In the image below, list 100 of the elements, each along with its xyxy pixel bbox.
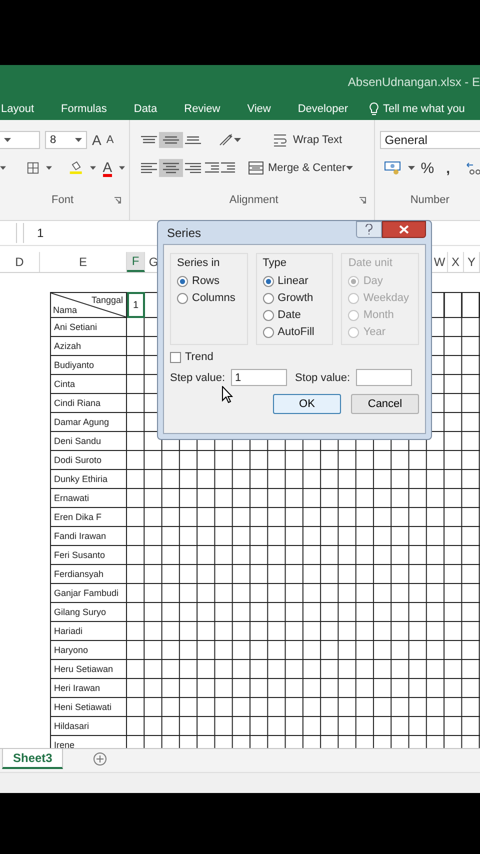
ribbon-tab[interactable]: Formulas [61, 103, 117, 115]
caret-icon[interactable] [119, 166, 126, 170]
wrap-text-button[interactable]: Wrap Text [273, 133, 342, 147]
name-cell: Cindi Riana [50, 394, 127, 413]
radio-button[interactable] [262, 326, 274, 338]
day-cells[interactable] [127, 584, 480, 603]
help-button[interactable] [356, 221, 382, 238]
dialog-launcher-icon[interactable] [358, 196, 366, 204]
orientation-icon[interactable] [218, 133, 234, 147]
radio-button[interactable] [262, 276, 274, 286]
increase-indent-icon[interactable] [220, 161, 236, 175]
name-cell: Azizah [50, 337, 127, 356]
shrink-font-button[interactable]: A [106, 134, 114, 146]
number-format-field[interactable]: General [380, 131, 480, 149]
name-cell: Heni Setiawati [50, 698, 127, 717]
option-label: Day [363, 275, 383, 287]
percent-button[interactable]: % [420, 160, 434, 176]
decrease-indent-icon[interactable] [204, 161, 220, 175]
ribbon-tab[interactable]: Review [184, 103, 230, 115]
comma-style-button[interactable]: , [446, 160, 450, 176]
font-name-field[interactable] [0, 131, 40, 149]
bottom-align-icon[interactable] [185, 136, 201, 144]
currency-icon[interactable] [384, 161, 402, 175]
font-size-field[interactable]: 8 [45, 131, 87, 149]
day-cells[interactable] [127, 508, 480, 527]
add-sheet-icon[interactable] [93, 752, 108, 766]
day-cells[interactable] [127, 679, 480, 698]
caret-icon[interactable] [4, 138, 11, 142]
option-label: Month [363, 309, 394, 321]
name-cell: Hildasari [50, 717, 127, 736]
align-right-icon[interactable] [185, 163, 201, 173]
ribbon-tab[interactable]: Layout [1, 103, 44, 115]
ribbon-tab[interactable]: Developer [298, 103, 358, 115]
field-label: Stop value: [295, 372, 350, 384]
column-header[interactable]: Y [464, 252, 480, 272]
fill-bucket-icon[interactable] [68, 160, 83, 176]
input-field[interactable] [356, 369, 412, 386]
day-cells[interactable] [127, 660, 480, 679]
mouse-cursor-icon [222, 386, 233, 403]
radio-button[interactable] [262, 310, 274, 320]
caret-icon[interactable] [346, 166, 353, 170]
caret-icon[interactable] [0, 166, 6, 170]
font-color-button[interactable]: A [102, 160, 112, 176]
name-cell: Ernawati [50, 489, 127, 508]
day-cells[interactable] [127, 641, 480, 660]
merge-center-button[interactable]: Merge & Center [248, 161, 346, 175]
dialog-launcher-icon[interactable] [114, 196, 121, 204]
align-center-icon[interactable] [159, 159, 183, 177]
option-label: AutoFill [278, 326, 314, 338]
caret-icon[interactable] [75, 138, 82, 142]
grow-font-button[interactable]: A [92, 132, 102, 148]
dialog-title: Series [166, 226, 202, 240]
day-cells[interactable] [127, 546, 480, 565]
column-header[interactable]: X [448, 252, 464, 272]
caret-icon[interactable] [408, 166, 415, 170]
tell-me-search[interactable]: Tell me what you [383, 103, 465, 115]
decimal-icon[interactable] [466, 161, 480, 175]
day-cells[interactable] [127, 603, 480, 622]
sheet-tab[interactable]: Sheet3 [2, 749, 64, 769]
caret-icon[interactable] [46, 166, 52, 170]
ribbon-tab[interactable]: Data [134, 103, 168, 115]
close-button[interactable] [382, 221, 426, 238]
input-field[interactable]: 1 [231, 369, 288, 386]
day-cells[interactable] [127, 622, 480, 641]
name-cell: Dodi Suroto [50, 451, 127, 470]
group-title: Series in [177, 257, 221, 269]
name-cell: Gilang Suryo [50, 603, 127, 622]
option-label: Growth [278, 292, 314, 304]
day-cells[interactable] [127, 698, 480, 717]
column-header[interactable]: D [0, 252, 40, 272]
option-label: Weekday [363, 292, 409, 304]
day-cells[interactable] [127, 527, 480, 546]
middle-align-icon[interactable] [159, 132, 183, 148]
name-cell: Cinta [50, 375, 127, 394]
name-cell: Heru Setiawan [50, 660, 127, 679]
column-header[interactable]: F [127, 252, 145, 272]
dialog-button[interactable]: Cancel [351, 394, 419, 414]
caret-icon[interactable] [234, 138, 241, 142]
day-cell[interactable]: 1 [127, 292, 145, 318]
name-cell: Deni Sandu [50, 432, 127, 451]
option-label: Linear [278, 275, 308, 287]
radio-button[interactable] [262, 292, 274, 304]
align-left-icon[interactable] [141, 163, 157, 173]
option-label: Rows [192, 275, 220, 287]
borders-icon[interactable] [27, 161, 39, 175]
day-cells[interactable] [127, 470, 480, 489]
checkbox[interactable] [170, 352, 181, 362]
group-title: Type [262, 257, 288, 269]
name-cell: Damar Agung [50, 413, 127, 432]
radio-button[interactable] [177, 292, 188, 304]
day-cells[interactable] [127, 489, 480, 508]
radio-button[interactable] [177, 276, 188, 286]
ribbon-tab[interactable]: View [247, 103, 281, 115]
day-cells[interactable] [127, 717, 480, 736]
day-cells[interactable] [127, 451, 480, 470]
caret-icon[interactable] [90, 166, 96, 170]
day-cells[interactable] [127, 565, 480, 584]
top-align-icon[interactable] [141, 136, 157, 144]
dialog-button[interactable]: OK [273, 394, 341, 414]
name-cell: Feri Susanto [50, 546, 127, 565]
